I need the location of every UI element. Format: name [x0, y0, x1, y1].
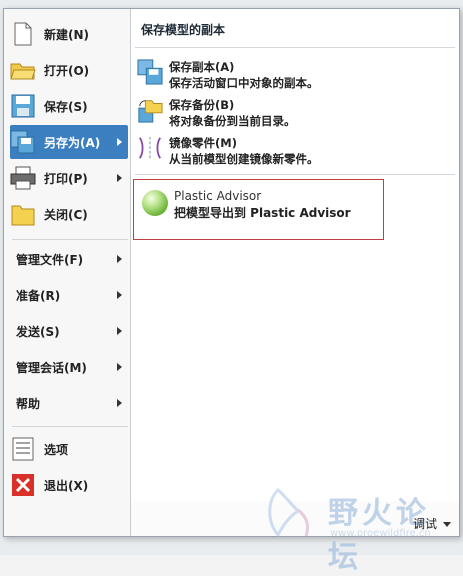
- submenu-item-mirror-part[interactable]: 镜像零件(M) 从当前模型创建镜像新零件。: [137, 135, 447, 167]
- file-menu: 新建(N) 打开(O) 保存(S) 另存为(A) 打印(P) 关闭(C) 管理文…: [3, 8, 460, 537]
- submenu-item-title: 镜像零件(M): [169, 136, 237, 150]
- submenu-item-title: 保存备份(B): [169, 98, 235, 112]
- save-copy-icon: [137, 59, 163, 85]
- menu-item-manage-session[interactable]: 管理会话(M): [16, 352, 128, 382]
- submenu-item-save-backup[interactable]: 保存备份(B) 将对象备份到当前目录。: [137, 97, 447, 129]
- submenu-item-desc: 将对象备份到当前目录。: [169, 114, 296, 128]
- submenu-title: 保存模型的副本: [141, 23, 226, 37]
- menu-item-label: 选项: [44, 442, 69, 457]
- submenu-divider: [135, 174, 455, 175]
- menu-item-label: 退出(X): [44, 478, 89, 493]
- printer-icon: [10, 165, 36, 191]
- menu-item-label: 发送(S): [16, 324, 60, 339]
- submenu-arrow-icon: [117, 138, 122, 146]
- menu-item-close[interactable]: 关闭(C): [10, 197, 128, 231]
- menu-item-label: 保存(S): [44, 99, 88, 114]
- debug-label: 调试: [412, 517, 437, 531]
- submenu-arrow-icon: [117, 291, 122, 299]
- submenu-item-title: 保存副本(A): [169, 60, 235, 74]
- menu-item-prepare[interactable]: 准备(R): [16, 280, 128, 310]
- mirror-part-icon: [137, 135, 163, 161]
- menu-item-label: 关闭(C): [44, 207, 88, 222]
- menu-item-open[interactable]: 打开(O): [10, 53, 128, 87]
- menu-item-label: 管理会话(M): [16, 360, 87, 375]
- submenu-item-save-copy[interactable]: 保存副本(A) 保存活动窗口中对象的副本。: [137, 59, 447, 91]
- submenu-arrow-icon: [117, 327, 122, 335]
- app-frame: 新建(N) 打开(O) 保存(S) 另存为(A) 打印(P) 关闭(C) 管理文…: [0, 0, 463, 575]
- exit-x-icon: [10, 472, 36, 498]
- open-folder-icon: [10, 57, 36, 83]
- chevron-down-icon: [443, 522, 451, 527]
- menu-item-label: 打印(P): [44, 171, 88, 186]
- close-folder-icon: [10, 201, 36, 227]
- plastic-advisor-sphere-icon: [142, 190, 168, 216]
- menu-item-send[interactable]: 发送(S): [16, 316, 128, 346]
- menu-item-label: 另存为(A): [44, 135, 101, 150]
- menu-item-options[interactable]: 选项: [10, 432, 128, 466]
- menu-item-print[interactable]: 打印(P): [10, 161, 128, 195]
- file-menu-left-pane: 新建(N) 打开(O) 保存(S) 另存为(A) 打印(P) 关闭(C) 管理文…: [4, 9, 131, 536]
- menu-divider: [12, 239, 128, 240]
- menu-item-new[interactable]: 新建(N): [10, 17, 128, 51]
- menu-item-save[interactable]: 保存(S): [10, 89, 128, 123]
- submenu-arrow-icon: [117, 255, 122, 263]
- save-as-submenu: 保存模型的副本 保存副本(A) 保存活动窗口中对象的副本。 保存备份(B) 将对…: [131, 9, 459, 501]
- menu-item-label: 管理文件(F): [16, 252, 84, 267]
- submenu-arrow-icon: [117, 363, 122, 371]
- menu-item-manage-files[interactable]: 管理文件(F): [16, 244, 128, 274]
- save-disk-icon: [10, 93, 36, 119]
- menu-item-label: 准备(R): [16, 288, 61, 303]
- watermark-logo-icon: [268, 487, 310, 538]
- menu-item-exit[interactable]: 退出(X): [10, 468, 128, 502]
- submenu-arrow-icon: [117, 399, 122, 407]
- new-file-icon: [10, 21, 36, 47]
- plastic-advisor-desc: 把模型导出到 Plastic Advisor: [174, 206, 351, 220]
- options-list-icon: [10, 436, 36, 462]
- submenu-item-desc: 从当前模型创建镜像新零件。: [169, 152, 319, 166]
- submenu-item-plastic-advisor[interactable]: Plastic Advisor 把模型导出到 Plastic Advisor: [133, 179, 384, 240]
- submenu-arrow-icon: [117, 174, 122, 182]
- menu-divider: [12, 426, 128, 427]
- menu-item-label: 帮助: [16, 396, 41, 411]
- submenu-divider: [135, 47, 455, 48]
- save-as-icon: [10, 129, 36, 155]
- submenu-item-desc: 保存活动窗口中对象的副本。: [169, 76, 319, 90]
- debug-dropdown[interactable]: 调试: [413, 515, 451, 532]
- menu-item-label: 打开(O): [44, 63, 90, 78]
- menu-item-label: 新建(N): [44, 27, 90, 42]
- save-backup-icon: [137, 97, 163, 123]
- plastic-advisor-title: Plastic Advisor: [174, 189, 262, 203]
- menu-item-save-as[interactable]: 另存为(A): [10, 125, 128, 159]
- menu-item-help[interactable]: 帮助: [16, 388, 128, 418]
